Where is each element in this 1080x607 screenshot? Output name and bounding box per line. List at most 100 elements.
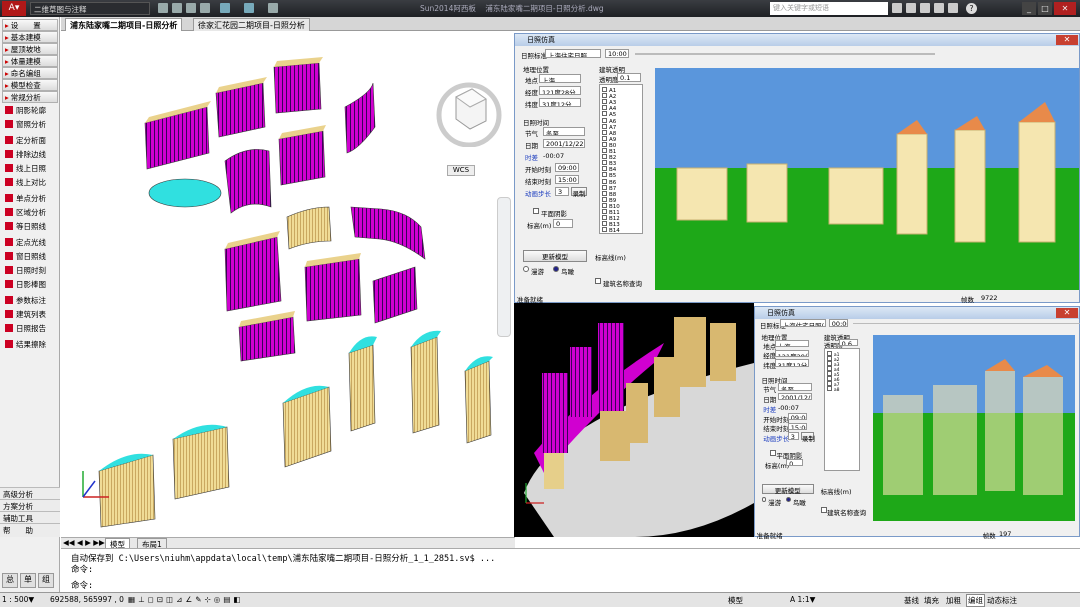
sidebar-item-result-erase[interactable]: 结果擦除: [2, 339, 58, 351]
status-toggle-group[interactable]: 编组: [966, 594, 985, 607]
checkbox[interactable]: [602, 166, 607, 172]
transparency-input[interactable]: 0.6: [838, 338, 859, 347]
checkbox[interactable]: [602, 105, 607, 111]
close-button[interactable]: ✕: [1056, 308, 1078, 318]
saveas-icon[interactable]: [200, 3, 210, 13]
flat-shadow-checkbox[interactable]: [769, 449, 776, 456]
checkbox[interactable]: [602, 93, 607, 99]
standard-select[interactable]: 上海住宅日照(4: [779, 319, 826, 327]
drafting-toggles[interactable]: ▦⊥◻⊡◫⊿∠✎⊹◎▤◧: [128, 595, 244, 604]
app-logo-icon[interactable]: A▾: [2, 1, 26, 16]
checkbox[interactable]: [602, 148, 607, 153]
command-input[interactable]: 命令:: [71, 579, 93, 591]
time-input[interactable]: 00:00: [828, 319, 849, 327]
checkbox[interactable]: [602, 209, 607, 214]
viewcube[interactable]: [434, 77, 504, 148]
building-checklist[interactable]: a1 a2 a3 a4 a5 a6 a7 a8: [823, 348, 860, 471]
season-select[interactable]: 冬至: [543, 127, 585, 136]
flat-shadow-checkbox[interactable]: [533, 208, 539, 214]
start-time-input[interactable]: 09:00: [787, 412, 808, 421]
checkbox[interactable]: [602, 172, 607, 178]
wcs-button[interactable]: WCS: [447, 165, 475, 176]
search-icon[interactable]: [892, 3, 902, 13]
navbar[interactable]: [497, 197, 511, 337]
search-input[interactable]: 键入关键字或短语: [770, 2, 888, 15]
3d-render-view[interactable]: [873, 335, 1075, 521]
help-icon[interactable]: ?: [966, 3, 977, 14]
checkbox[interactable]: [602, 160, 607, 166]
end-time-input[interactable]: 15:00: [787, 422, 808, 430]
elevation-input[interactable]: 0: [553, 219, 573, 228]
checkbox[interactable]: [602, 123, 607, 129]
start-time-input[interactable]: 09:00: [555, 163, 579, 172]
checkbox[interactable]: [602, 87, 607, 92]
checkbox[interactable]: [602, 117, 607, 123]
checkbox[interactable]: [602, 227, 607, 233]
workspace-dropdown[interactable]: 二维草图与注释: [30, 2, 150, 15]
step-input[interactable]: 3: [787, 432, 800, 440]
status-toggle-fill[interactable]: 填充: [924, 595, 939, 606]
building-list-item[interactable]: B14: [602, 227, 620, 234]
doc-tab-active[interactable]: 浦东陆家嘴二期项目-日照分析: [65, 18, 183, 31]
status-toggle-dimension[interactable]: 动态标注: [987, 595, 1017, 606]
doc-tab[interactable]: 徐家汇花园二期项目-日照分析: [193, 18, 310, 31]
window-titlebar[interactable]: 日照仿真 ✕: [755, 307, 1079, 319]
sidebar-item-window-sun-line[interactable]: 窗日照线: [2, 251, 58, 263]
sidebar-item-window-sun[interactable]: 窗照分析: [2, 119, 58, 131]
tools-icon[interactable]: [920, 3, 930, 13]
standard-select[interactable]: 上海住宅日照: [545, 49, 601, 58]
sidebar-item-model-check[interactable]: ▸ 模型检查: [2, 79, 58, 91]
checkbox[interactable]: [602, 135, 607, 141]
building-checklist[interactable]: A1 A2 A3 A4 A5 A6 A7 A8 A9 B0 B1 B2 B3 B4 B5 B6 B7 B8 B9 B1…: [599, 84, 643, 234]
radio-roam-icon[interactable]: [523, 266, 529, 272]
sidebar-item-roof-slope[interactable]: ▸ 屋顶坡地: [2, 43, 58, 55]
sidebar-item-name-group[interactable]: ▸ 命名编组: [2, 67, 58, 79]
transparency-input[interactable]: 0.1: [617, 73, 641, 82]
sidebar-item-param-annotate[interactable]: 参数标注: [2, 295, 58, 307]
sidebar-item-settings[interactable]: ▸ 设 置: [2, 19, 58, 31]
checkbox[interactable]: [602, 129, 607, 135]
checkbox[interactable]: [602, 178, 607, 184]
annotation-scale[interactable]: A 1:1▼: [790, 595, 815, 604]
sidebar-item-line-sun[interactable]: 线上日照: [2, 163, 58, 175]
elevation-input[interactable]: 0: [786, 458, 803, 467]
date-select[interactable]: 2001/12/22: [543, 139, 585, 148]
sidebar-item-analysis-plane[interactable]: 定分析面: [2, 135, 58, 147]
sidebar-item-sun-time[interactable]: 日照时刻: [2, 265, 58, 277]
record-button[interactable]: 录制: [800, 432, 815, 443]
account-icon[interactable]: [906, 3, 916, 13]
sidebar-item-area-analysis[interactable]: 区域分析: [2, 207, 58, 219]
sidebar-item-equal-sun-line[interactable]: 等日照线: [2, 221, 58, 233]
checkbox[interactable]: [602, 99, 607, 105]
sidebar-item-shadow-outline[interactable]: 阴影轮廓: [2, 105, 58, 117]
sidebar-item-regular-analysis[interactable]: ▸ 常规分析: [2, 91, 58, 103]
radio-bird-icon[interactable]: [553, 266, 559, 272]
checkbox[interactable]: [602, 196, 607, 202]
close-button[interactable]: ✕: [1056, 35, 1078, 45]
checkbox[interactable]: [602, 141, 607, 147]
update-model-button[interactable]: 更新模型: [761, 484, 815, 495]
redo-icon[interactable]: [244, 3, 254, 13]
end-time-input[interactable]: 15:00: [555, 175, 579, 184]
checkbox[interactable]: [602, 190, 607, 196]
checkbox[interactable]: [602, 154, 607, 160]
palette-vtab[interactable]: 总: [2, 573, 18, 588]
sidebar-item-fixed-light[interactable]: 定点光线: [2, 237, 58, 249]
window-titlebar[interactable]: 日照仿真 ✕: [515, 34, 1079, 46]
time-slider[interactable]: [635, 53, 935, 55]
record-button[interactable]: 录制: [571, 187, 587, 198]
status-toggle-bold[interactable]: 加粗: [946, 595, 961, 606]
minimize-button[interactable]: _: [1022, 2, 1036, 15]
sidebar-item-building-list[interactable]: 建筑列表: [2, 309, 58, 321]
drawing-canvas[interactable]: WCS: [61, 31, 514, 537]
close-button[interactable]: ✕: [1054, 2, 1076, 15]
scale-selector[interactable]: 1 : 500▼: [2, 595, 34, 604]
comm-icon[interactable]: [934, 3, 944, 13]
checkbox[interactable]: [602, 202, 607, 208]
star-icon[interactable]: [948, 3, 958, 13]
maximize-button[interactable]: □: [1038, 2, 1052, 15]
sidebar-item-line-compare[interactable]: 线上对比: [2, 177, 58, 189]
checkbox[interactable]: [602, 111, 607, 117]
time-input[interactable]: 10:00: [605, 49, 629, 58]
name-query-checkbox[interactable]: [595, 278, 601, 284]
